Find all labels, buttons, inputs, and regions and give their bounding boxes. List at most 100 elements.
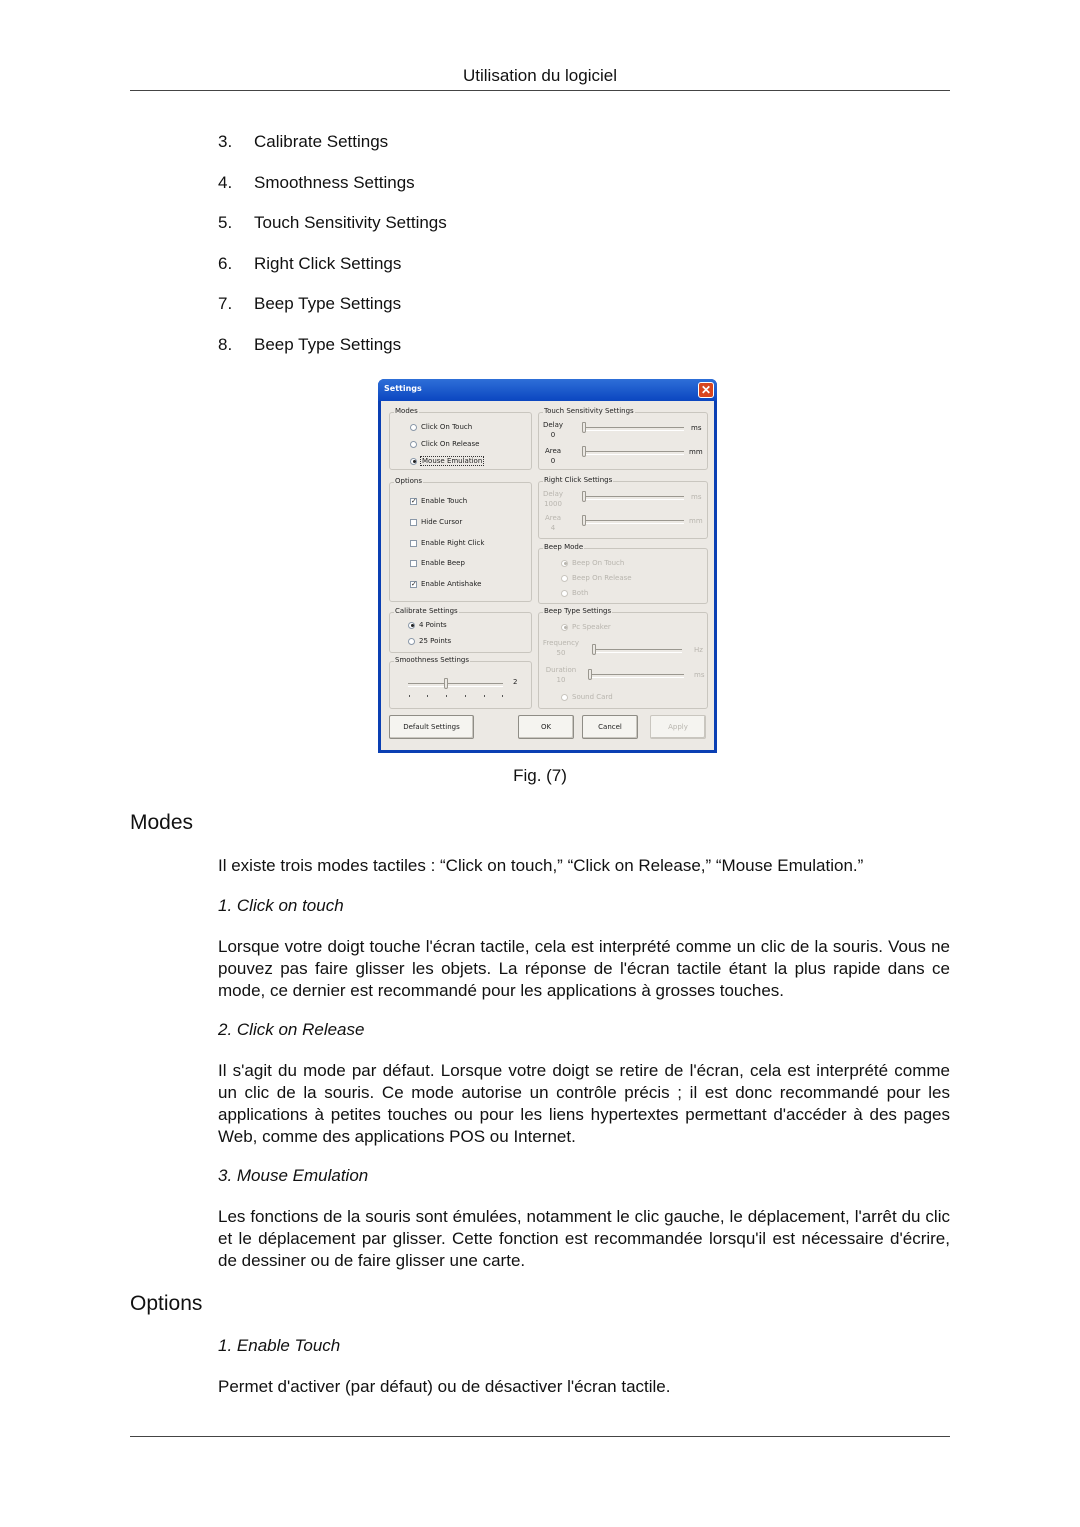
touch-area-slider-track[interactable] [584, 451, 684, 455]
options-group-label: Options [394, 477, 424, 485]
slider-tick [427, 695, 428, 697]
touch-sensitivity-group: Touch Sensitivity Settings Delay 0 ms Are… [538, 407, 708, 470]
right-click-group-label: Right Click Settings [543, 476, 614, 484]
checkbox-enable-antishake[interactable]: ✓ Enable Antishake [410, 580, 481, 588]
right-click-delay-label: Delay 1000 [541, 489, 565, 509]
dialog-titlebar[interactable]: Settings ✕ [378, 379, 717, 401]
smoothness-group: Smoothness Settings 2 [389, 656, 532, 709]
slider-tick [409, 695, 410, 697]
duration-slider-thumb[interactable] [588, 669, 592, 680]
click-on-release-text: Il s'agit du mode par défaut. Lorsque vo… [218, 1061, 950, 1146]
ok-button[interactable]: OK [518, 715, 574, 739]
radio-indicator [410, 440, 417, 448]
checkbox-label: Enable Beep [421, 559, 465, 567]
beep-type-group: Beep Type Settings Pc Speaker Frequency 5… [538, 607, 708, 709]
radio-sound-card[interactable]: Sound Card [561, 693, 613, 701]
checkbox-label: Enable Touch [421, 497, 468, 505]
apply-button[interactable]: Apply [650, 715, 706, 739]
header-rule [130, 90, 950, 91]
checkbox-indicator [410, 518, 417, 526]
radio-click-on-release[interactable]: Click On Release [410, 440, 479, 448]
modes-heading: Modes [130, 811, 194, 834]
list-item: 5. Touch Sensitivity Settings [218, 213, 447, 233]
radio-beep-both[interactable]: Both [561, 589, 588, 597]
list-number: 5. [218, 213, 233, 232]
mouse-emulation-text: Les fonctions de la souris sont émulées,… [218, 1207, 950, 1270]
cancel-button[interactable]: Cancel [582, 715, 638, 739]
radio-label: Click On Release [421, 440, 480, 448]
radio-label: Beep On Release [572, 574, 632, 582]
slider-label: Duration [545, 666, 577, 674]
footer-rule [130, 1436, 950, 1437]
radio-beep-on-release[interactable]: Beep On Release [561, 574, 632, 582]
slider-value: 0 [550, 431, 556, 439]
checkbox-enable-right-click[interactable]: Enable Right Click [410, 539, 484, 547]
list-item: 7. Beep Type Settings [218, 294, 401, 314]
beep-type-group-label: Beep Type Settings [543, 607, 613, 615]
enable-touch-title: 1. Enable Touch [218, 1336, 341, 1355]
smoothness-slider-thumb[interactable] [444, 678, 448, 689]
duration-slider-track[interactable] [590, 674, 684, 678]
touch-delay-slider-thumb[interactable] [582, 422, 586, 433]
options-group: Options ✓ Enable Touch Hide Cursor Enable… [389, 477, 532, 602]
radio-indicator [410, 423, 417, 431]
radio-label: Mouse Emulation [419, 456, 485, 466]
checkbox-indicator [410, 539, 417, 547]
radio-25-points[interactable]: 25 Points [408, 637, 451, 645]
list-item: 3. Calibrate Settings [218, 132, 388, 152]
radio-label: Click On Touch [421, 423, 473, 431]
slider-label: Delay [542, 490, 564, 498]
list-label: Beep Type Settings [254, 294, 402, 313]
checkbox-indicator: ✓ [410, 579, 417, 588]
slider-value: 50 [556, 649, 566, 657]
radio-indicator [561, 589, 568, 597]
close-icon[interactable]: ✕ [698, 382, 714, 398]
checkbox-indicator: ✓ [410, 496, 417, 505]
default-settings-button[interactable]: Default Settings [389, 715, 474, 739]
duration-unit: ms [694, 671, 705, 679]
frequency-slider-track[interactable] [594, 649, 682, 653]
touch-delay-slider-track[interactable] [584, 427, 684, 431]
frequency-label: Frequency 50 [541, 638, 581, 658]
list-number: 3. [218, 132, 233, 151]
list-label: Right Click Settings [254, 254, 402, 273]
radio-pc-speaker[interactable]: Pc Speaker [561, 623, 611, 631]
slider-value: 0 [550, 457, 556, 465]
radio-indicator [408, 637, 415, 645]
list-number: 4. [218, 173, 233, 192]
smoothness-group-label: Smoothness Settings [394, 656, 470, 664]
smoothness-slider-track[interactable] [408, 683, 503, 687]
beep-mode-group-label: Beep Mode [543, 543, 585, 551]
list-item: 4. Smoothness Settings [218, 173, 415, 193]
radio-click-on-touch[interactable]: Click On Touch [410, 423, 472, 431]
checkbox-enable-beep[interactable]: Enable Beep [410, 559, 465, 567]
radio-label: Sound Card [572, 693, 613, 701]
dialog-body: Modes Click On Touch Click On Release Mo… [381, 401, 714, 750]
click-on-touch-title: 1. Click on touch [218, 896, 344, 915]
checkbox-label: Enable Right Click [421, 539, 485, 547]
touch-area-slider-thumb[interactable] [582, 446, 586, 457]
modes-group-label: Modes [394, 407, 419, 415]
radio-indicator [561, 574, 568, 582]
page-header-title: Utilisation du logiciel [462, 66, 618, 85]
radio-indicator [410, 457, 417, 465]
right-click-area-slider-track[interactable] [584, 520, 684, 524]
radio-mouse-emulation[interactable]: Mouse Emulation [410, 456, 485, 466]
right-click-area-unit: mm [689, 517, 703, 525]
checkbox-enable-touch[interactable]: ✓ Enable Touch [410, 497, 467, 505]
checkbox-indicator [410, 559, 417, 567]
frequency-unit: Hz [694, 646, 703, 654]
checkbox-hide-cursor[interactable]: Hide Cursor [410, 518, 462, 526]
mouse-emulation-title: 3. Mouse Emulation [218, 1166, 369, 1185]
slider-tick [502, 695, 503, 697]
radio-beep-on-touch[interactable]: Beep On Touch [561, 559, 624, 567]
slider-tick [446, 695, 447, 697]
beep-mode-group: Beep Mode Beep On Touch Beep On Release … [538, 543, 708, 604]
radio-4-points[interactable]: 4 Points [408, 621, 447, 629]
frequency-slider-thumb[interactable] [592, 644, 596, 655]
radio-indicator [561, 559, 568, 567]
list-number: 7. [218, 294, 233, 313]
right-click-delay-slider-track[interactable] [584, 496, 684, 500]
right-click-area-slider-thumb[interactable] [582, 515, 586, 526]
right-click-delay-slider-thumb[interactable] [582, 491, 586, 502]
